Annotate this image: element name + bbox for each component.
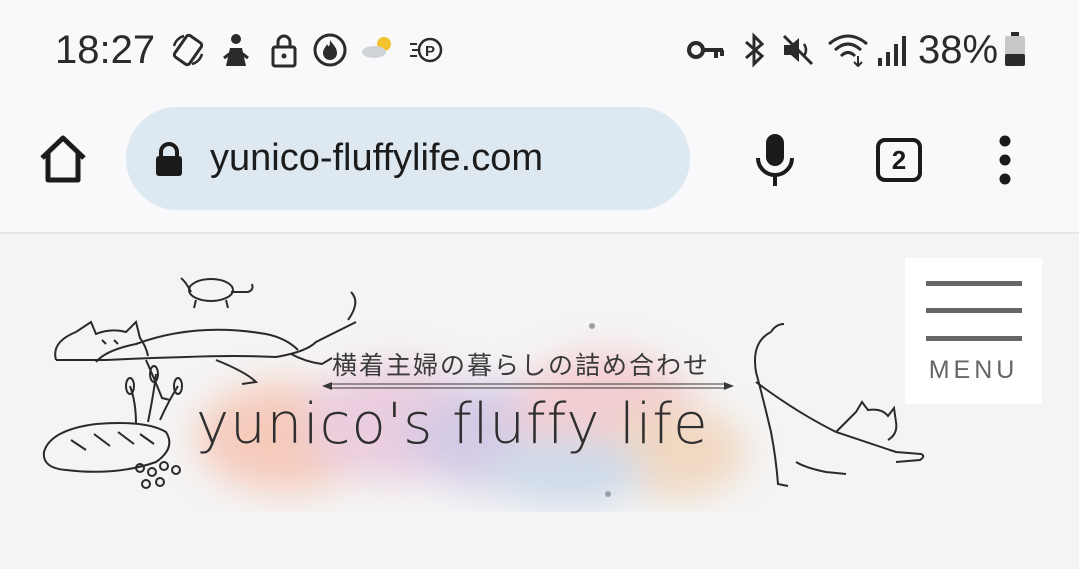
parking-icon: P	[410, 37, 443, 63]
bluetooth-icon	[745, 32, 765, 68]
site-tagline: 横着主婦の暮らしの詰め合わせ	[332, 351, 711, 380]
microphone-icon[interactable]	[752, 132, 798, 188]
tab-switcher-button[interactable]: 2	[876, 138, 922, 182]
site-logo[interactable]: 横着主婦の暮らしの詰め合わせ yunico's fluffy life	[36, 262, 936, 512]
signal-icon	[878, 36, 906, 66]
status-time: 18:27	[55, 28, 156, 72]
wifi-icon	[828, 34, 868, 68]
status-bar: 18:27 P 38%	[0, 0, 1079, 100]
stretching-cat	[754, 323, 925, 487]
hamburger-line-icon	[926, 336, 1022, 341]
person-icon	[223, 34, 249, 66]
mute-icon	[782, 34, 814, 66]
turtle	[180, 277, 254, 309]
web-page: 横着主婦の暮らしの詰め合わせ yunico's fluffy life MENU	[0, 234, 1079, 569]
battery-icon	[1005, 32, 1025, 66]
key-icon	[687, 41, 724, 59]
battery-percent: 38%	[918, 28, 999, 72]
site-title: yunico's fluffy life	[196, 392, 709, 457]
rotate-icon	[172, 33, 204, 67]
lock-icon	[156, 142, 182, 176]
address-bar[interactable]: yunico-fluffylife.com	[126, 107, 690, 210]
more-options-icon[interactable]	[990, 133, 1020, 187]
url-text[interactable]: yunico-fluffylife.com	[210, 137, 543, 180]
lying-cat	[54, 291, 357, 401]
lock-icon	[271, 34, 297, 68]
fire-icon	[313, 33, 347, 67]
home-icon[interactable]	[36, 132, 90, 186]
hamburger-line-icon	[926, 281, 1022, 286]
menu-label: MENU	[928, 356, 1019, 384]
svg-text:P: P	[425, 43, 435, 60]
logo-illustration	[42, 277, 925, 507]
hamburger-line-icon	[926, 308, 1022, 313]
bread	[42, 365, 183, 489]
weather-icon	[362, 37, 391, 58]
menu-button[interactable]: MENU	[905, 258, 1042, 404]
browser-toolbar: yunico-fluffylife.com 2	[0, 100, 1079, 234]
